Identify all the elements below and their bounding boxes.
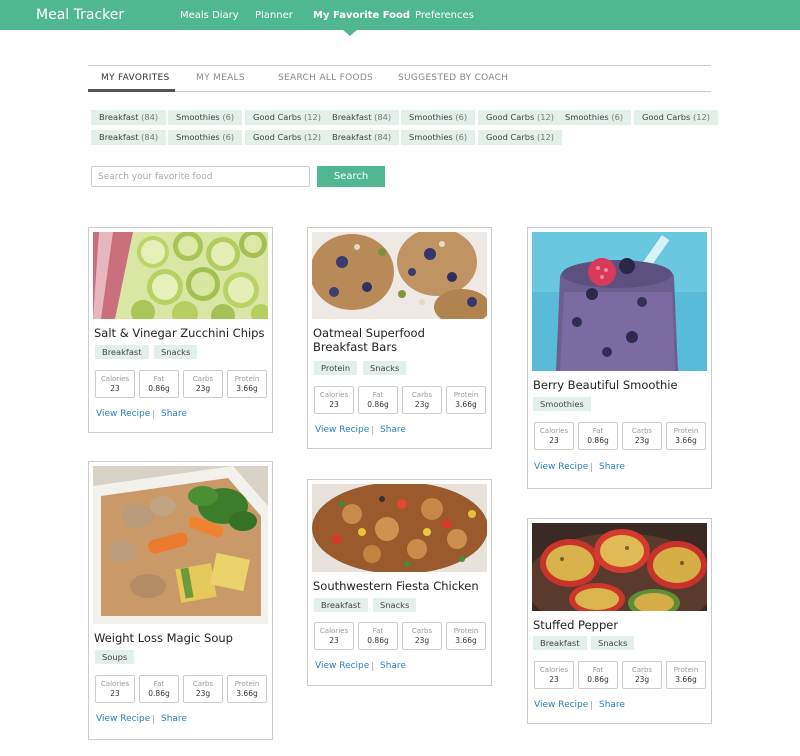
brand-logo[interactable]: Meal Tracker — [36, 7, 124, 23]
filter-chip[interactable]: Good Carbs (12) — [245, 110, 330, 125]
link-separator — [372, 426, 373, 435]
filter-chip[interactable]: Good Carbs (12) — [245, 130, 330, 145]
calories-box: Calories 23 — [95, 370, 135, 398]
recipe-tag[interactable]: Breakfast — [314, 598, 368, 612]
nav-planner[interactable]: Planner — [255, 10, 293, 21]
nav-preferences[interactable]: Preferences — [415, 10, 474, 21]
filter-chip[interactable]: Good Carbs (12) — [478, 130, 563, 145]
tab-my-meals[interactable]: MY MEALS — [196, 73, 245, 83]
recipe-tag[interactable]: Soups — [95, 650, 135, 664]
protein-box: Protein 3.66g — [227, 370, 267, 398]
fat-box: Fat 0.86g — [358, 386, 398, 414]
tabs-top-divider — [88, 65, 711, 66]
carbs-box: Carbs 23g — [622, 661, 662, 689]
recipe-tag[interactable]: Snacks — [373, 598, 417, 612]
share-link[interactable]: Share — [161, 714, 187, 724]
fat-box: Fat 0.86g — [358, 622, 398, 650]
tab-suggested-by-coach[interactable]: SUGGESTED BY COACH — [398, 73, 508, 83]
share-link[interactable]: Share — [599, 462, 625, 472]
filter-chip[interactable]: Breakfast (84) — [91, 110, 167, 125]
recipe-card: Stuffed Pepper Breakfast Snacks Calories… — [527, 518, 712, 724]
recipe-photo[interactable] — [93, 466, 268, 624]
share-link[interactable]: Share — [161, 409, 187, 419]
link-separator — [372, 662, 373, 671]
filter-chip[interactable]: Breakfast (84) — [324, 110, 400, 125]
filter-chip[interactable]: Smoothies (6) — [557, 110, 632, 125]
recipe-title[interactable]: Oatmeal Superfood Breakfast Bars — [313, 326, 483, 354]
calories-box: Calories 23 — [314, 622, 354, 650]
recipe-title[interactable]: Salt & Vinegar Zucchini Chips — [94, 326, 264, 340]
share-link[interactable]: Share — [380, 661, 406, 671]
recipe-tag[interactable]: Smoothies — [533, 397, 591, 411]
fat-box: Fat 0.86g — [139, 675, 179, 703]
search-input[interactable] — [91, 166, 310, 187]
fat-box: Fat 0.86g — [578, 422, 618, 450]
recipe-tag[interactable]: Protein — [314, 361, 358, 375]
filter-chip[interactable]: Breakfast (84) — [91, 130, 167, 145]
fat-box: Fat 0.86g — [578, 661, 618, 689]
carbs-box: Carbs 23g — [183, 675, 223, 703]
recipe-tag[interactable]: Snacks — [591, 636, 635, 650]
view-recipe-link[interactable]: View Recipe — [96, 714, 150, 724]
recipe-tag[interactable]: Snacks — [363, 361, 407, 375]
filter-chip[interactable]: Smoothies (6) — [401, 110, 476, 125]
recipe-title[interactable]: Stuffed Pepper — [533, 618, 618, 632]
share-link[interactable]: Share — [599, 700, 625, 710]
protein-box: Protein 3.66g — [446, 622, 486, 650]
recipe-card: Southwestern Fiesta Chicken Breakfast Sn… — [307, 479, 492, 686]
calories-box: Calories 23 — [95, 675, 135, 703]
active-tab-underline — [88, 89, 175, 92]
view-recipe-link[interactable]: View Recipe — [96, 409, 150, 419]
recipe-title[interactable]: Berry Beautiful Smoothie — [533, 378, 678, 392]
filter-chip[interactable]: Smoothies (6) — [168, 110, 243, 125]
recipe-tag[interactable]: Breakfast — [95, 345, 149, 359]
link-separator — [591, 701, 592, 710]
view-recipe-link[interactable]: View Recipe — [534, 462, 588, 472]
link-separator — [591, 463, 592, 472]
recipe-tag[interactable]: Breakfast — [533, 636, 587, 650]
filter-chip[interactable]: Breakfast (84) — [324, 130, 400, 145]
calories-box: Calories 23 — [314, 386, 354, 414]
fat-box: Fat 0.86g — [139, 370, 179, 398]
link-separator — [153, 410, 154, 419]
recipe-title[interactable]: Weight Loss Magic Soup — [94, 631, 233, 645]
recipe-photo[interactable] — [532, 232, 707, 371]
carbs-box: Carbs 23g — [402, 386, 442, 414]
calories-box: Calories 23 — [534, 661, 574, 689]
recipe-photo[interactable] — [93, 232, 268, 319]
filter-chip[interactable]: Good Carbs (12) — [634, 110, 719, 125]
calories-box: Calories 23 — [534, 422, 574, 450]
tab-search-all-foods[interactable]: SEARCH ALL FOODS — [278, 73, 373, 83]
view-recipe-link[interactable]: View Recipe — [534, 700, 588, 710]
carbs-box: Carbs 23g — [622, 422, 662, 450]
recipe-photo[interactable] — [312, 484, 487, 572]
filter-chip[interactable]: Good Carbs (12) — [478, 110, 563, 125]
tab-my-favorites[interactable]: MY FAVORITES — [101, 73, 170, 83]
recipe-title[interactable]: Southwestern Fiesta Chicken — [313, 579, 479, 593]
protein-box: Protein 3.66g — [446, 386, 486, 414]
nav-my-favorite-food[interactable]: My Favorite Food — [313, 10, 410, 21]
view-recipe-link[interactable]: View Recipe — [315, 661, 369, 671]
share-link[interactable]: Share — [380, 425, 406, 435]
recipe-tag[interactable]: Snacks — [154, 345, 198, 359]
protein-box: Protein 3.66g — [227, 675, 267, 703]
search-button[interactable]: Search — [317, 166, 385, 187]
view-recipe-link[interactable]: View Recipe — [315, 425, 369, 435]
active-nav-caret — [343, 30, 357, 36]
recipe-card: Salt & Vinegar Zucchini Chips Breakfast … — [88, 227, 273, 433]
protein-box: Protein 3.66g — [666, 661, 706, 689]
tabs-bottom-divider — [88, 91, 711, 92]
recipe-card: Berry Beautiful Smoothie Smoothies Calor… — [527, 227, 712, 489]
recipe-photo[interactable] — [312, 232, 487, 319]
carbs-box: Carbs 23g — [402, 622, 442, 650]
nav-meals-diary[interactable]: Meals Diary — [180, 10, 239, 21]
protein-box: Protein 3.66g — [666, 422, 706, 450]
link-separator — [153, 715, 154, 724]
carbs-box: Carbs 23g — [183, 370, 223, 398]
filter-chip[interactable]: Smoothies (6) — [401, 130, 476, 145]
filter-chip[interactable]: Smoothies (6) — [168, 130, 243, 145]
recipe-card: Weight Loss Magic Soup Soups Calories 23 … — [88, 461, 273, 740]
recipe-photo[interactable] — [532, 523, 707, 611]
recipe-card: Oatmeal Superfood Breakfast Bars Protein… — [307, 227, 492, 449]
